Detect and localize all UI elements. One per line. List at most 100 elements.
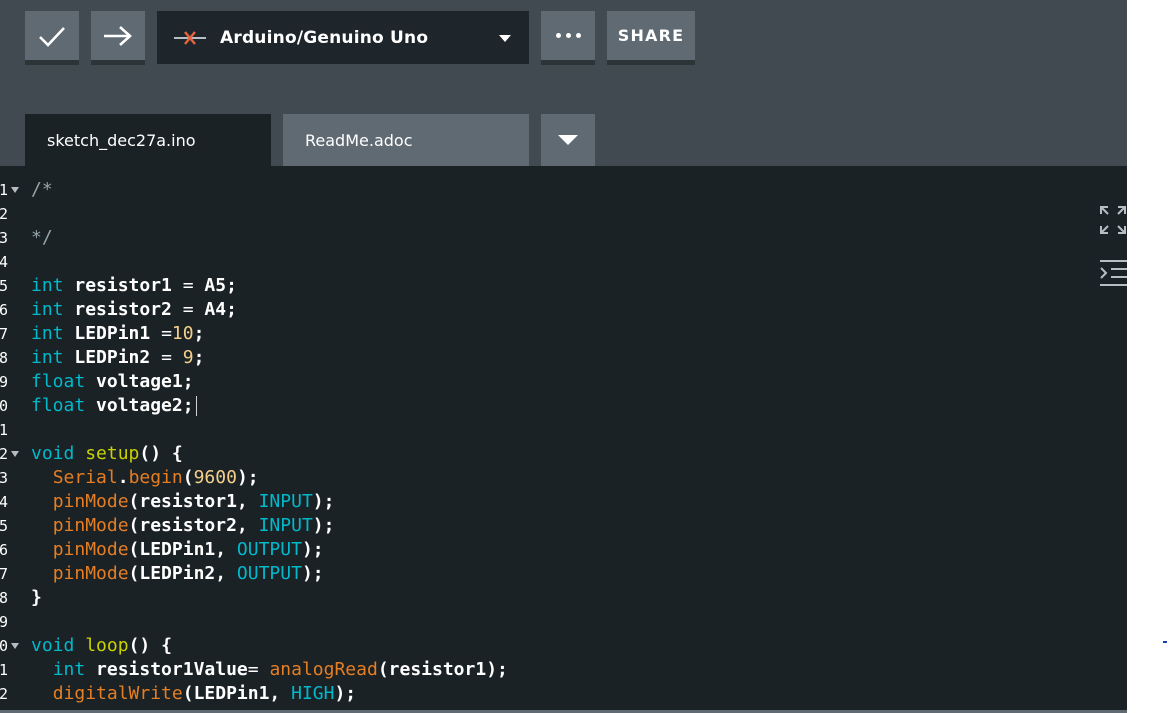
code-token: ); [312, 515, 335, 536]
code-token: (resistor1); [377, 659, 508, 680]
code-token: int [52, 659, 86, 680]
code-line[interactable]: 6 pinMode(LEDPin1, OUTPUT); [0, 538, 1080, 562]
tab-sketch[interactable]: sketch_dec27a.ino [25, 114, 271, 166]
code-token: pinMode [52, 515, 129, 536]
code-line[interactable]: 1 [0, 418, 1080, 442]
code-text: int LEDPin1 =10; [31, 322, 204, 346]
code-line[interactable]: 8 int LEDPin2 = 9; [0, 346, 1080, 370]
code-token: } [31, 587, 42, 608]
line-number: 5 [0, 517, 8, 535]
code-token: = [161, 323, 172, 344]
code-token: voltage1; [85, 371, 194, 392]
web-editor-app: Arduino/Genuino Uno SHARE sketch_dec27a.… [0, 0, 1127, 713]
share-button[interactable]: SHARE [607, 11, 695, 65]
upload-button[interactable] [91, 11, 145, 65]
code-token: (LEDPin2, [128, 563, 237, 584]
board-connection-icon [174, 30, 206, 45]
code-token: . [117, 467, 129, 488]
code-line[interactable]: 0 void loop() { [0, 634, 1080, 658]
tab-menu-button[interactable] [541, 114, 595, 166]
code-text: void loop() { [31, 634, 172, 658]
code-line[interactable]: 5 int resistor1 = A5; [0, 274, 1080, 298]
code-line[interactable]: 7 pinMode(LEDPin2, OUTPUT); [0, 562, 1080, 586]
fold-arrow-icon[interactable] [11, 451, 19, 457]
code-token: ); [334, 683, 357, 704]
code-line[interactable]: 9 [0, 610, 1080, 634]
tab-readme[interactable]: ReadMe.adoc [283, 114, 529, 166]
line-number: 0 [0, 637, 8, 655]
code-text: void setup() { [31, 442, 183, 466]
code-line[interactable]: 0 float voltage2; [0, 394, 1080, 418]
code-token: pinMode [52, 563, 129, 584]
code-token: digitalWrite [52, 683, 183, 704]
code-token: /* [31, 179, 53, 200]
code-text: int resistor1 = A5; [31, 274, 237, 298]
fold-arrow-icon[interactable] [11, 643, 19, 649]
code-token: (LEDPin1, [128, 539, 237, 560]
more-options-button[interactable] [541, 11, 595, 65]
code-token: LEDPin2 [63, 347, 162, 368]
code-line[interactable]: 3 */ [0, 226, 1080, 250]
code-line[interactable]: 7 int LEDPin1 =10; [0, 322, 1080, 346]
code-token: ); [236, 467, 259, 488]
code-token: int [31, 299, 64, 320]
line-number: 9 [0, 613, 8, 631]
code-token: ); [301, 563, 324, 584]
fold-arrow-icon[interactable] [11, 187, 19, 193]
tab-label: sketch_dec27a.ino [47, 130, 196, 150]
code-line[interactable]: 1 /* [0, 178, 1080, 202]
code-token: INPUT [258, 491, 313, 512]
code-line[interactable]: 5 pinMode(resistor2, INPUT); [0, 514, 1080, 538]
code-line[interactable]: 2 void setup() { [0, 442, 1080, 466]
verify-button[interactable] [25, 11, 79, 65]
code-line[interactable]: 4 [0, 250, 1080, 274]
board-name: Arduino/Genuino Uno [220, 27, 429, 48]
line-number: 8 [0, 589, 8, 607]
code-line[interactable]: 1 int resistor1Value= analogRead(resisto… [0, 658, 1080, 682]
code-token: resistor2 [63, 299, 183, 320]
code-token: void [31, 443, 75, 464]
board-selector[interactable]: Arduino/Genuino Uno [157, 11, 529, 64]
code-token: */ [31, 227, 53, 248]
code-token: ; [193, 347, 205, 368]
code-text: int resistor2 = A4; [31, 298, 237, 322]
code-token: A4; [193, 299, 237, 320]
code-token: (LEDPin1, [182, 683, 292, 704]
chevron-down-icon [499, 35, 511, 42]
code-line[interactable]: 9 float voltage1; [0, 370, 1080, 394]
code-token: HIGH [291, 683, 335, 704]
line-number: 7 [0, 325, 8, 343]
code-token: pinMode [52, 539, 129, 560]
code-token: 10 [171, 323, 194, 344]
code-text: int resistor1Value= analogRead(resistor1… [31, 658, 508, 682]
code-token: () { [139, 443, 183, 464]
line-number: 1 [0, 421, 8, 439]
code-editor[interactable]: 1 /* 2 3 */ 4 5 int resistor1 = A5; 6 int resisto… [0, 166, 1127, 710]
code-token: pinMode [52, 491, 129, 512]
code-token: setup [85, 443, 140, 464]
code-line[interactable]: 6 int resistor2 = A4; [0, 298, 1080, 322]
code-token: OUTPUT [236, 563, 302, 584]
line-number: 0 [0, 397, 8, 415]
line-number: 2 [0, 445, 8, 463]
outdent-icon[interactable] [1099, 258, 1127, 288]
code-text: pinMode(LEDPin2, OUTPUT); [31, 562, 324, 586]
chevron-down-icon [558, 135, 578, 145]
code-text: float voltage2; [31, 394, 197, 418]
code-token: = [182, 299, 194, 320]
line-number: 3 [0, 469, 8, 487]
code-line[interactable]: 3 Serial.begin(9600); [0, 466, 1080, 490]
code-line[interactable]: 2 digitalWrite(LEDPin1, HIGH); [0, 682, 1080, 706]
code-token: = [182, 275, 194, 296]
code-line[interactable]: 8} [0, 586, 1080, 610]
code-line[interactable]: 2 [0, 202, 1080, 226]
code-token: analogRead [269, 659, 378, 680]
code-token: = [247, 659, 259, 680]
expand-icon[interactable] [1099, 205, 1127, 235]
code-line[interactable]: 4 pinMode(resistor1, INPUT); [0, 490, 1080, 514]
code-token: Serial [52, 467, 118, 488]
